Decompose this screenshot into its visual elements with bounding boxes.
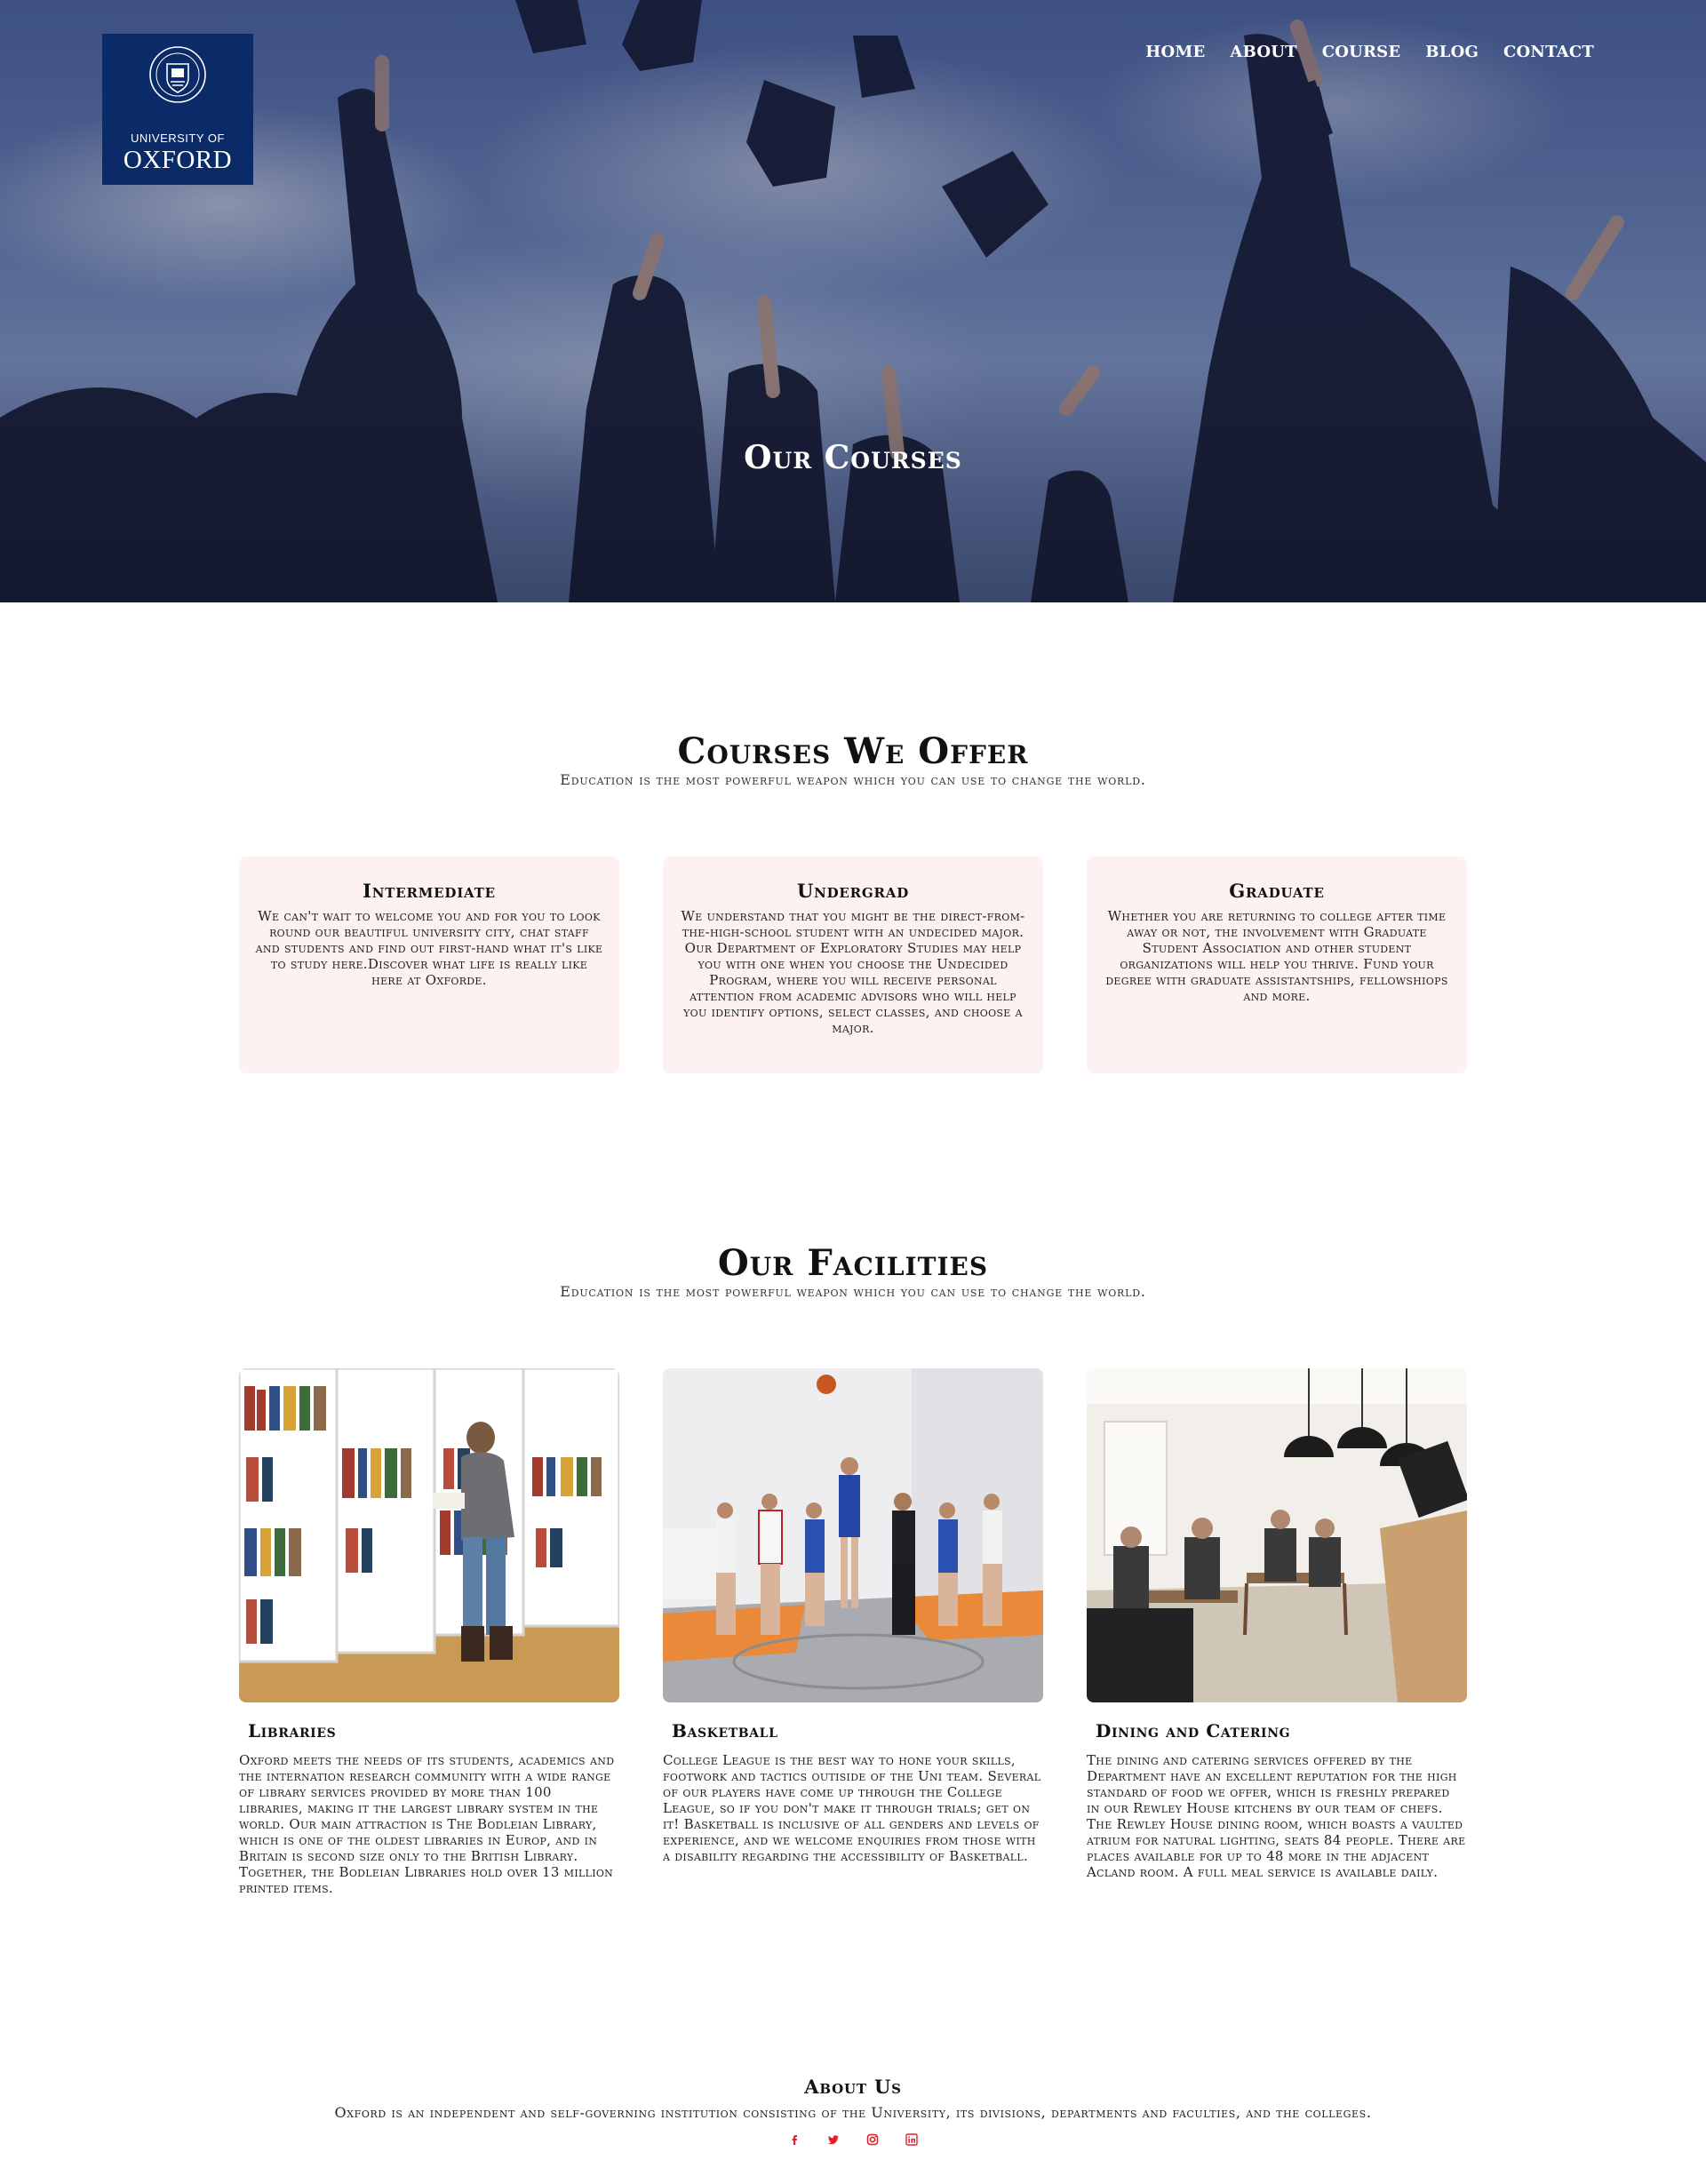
facility-title: Basketball: [672, 1720, 778, 1742]
course-card-undergrad[interactable]: Undergrad We understand that you might b…: [663, 857, 1043, 1073]
course-card-intermediate[interactable]: Intermediate We can't wait to welcome yo…: [239, 857, 619, 1073]
basketball-photo: [663, 1368, 1043, 1702]
facility-title: Libraries: [248, 1720, 337, 1742]
facility-text: The dining and catering services offered…: [1087, 1752, 1466, 1880]
hero-title: Our Courses: [744, 439, 962, 476]
facility-text: College League is the best way to hone y…: [663, 1752, 1041, 1864]
course-card-text: We can't wait to welcome you and for you…: [255, 908, 603, 988]
course-card-title: Graduate: [1229, 880, 1325, 902]
facility-dining: Dining and Catering The dining and cater…: [1087, 1368, 1467, 1880]
facility-libraries: Libraries Oxford meets the needs of its …: [239, 1368, 619, 1896]
social-links: [0, 2132, 1706, 2147]
instagram-icon[interactable]: [865, 2132, 880, 2147]
dining-photo: [1087, 1368, 1467, 1702]
nav-contact[interactable]: CONTACT: [1503, 39, 1594, 65]
course-card-text: Whether you are returning to college aft…: [1105, 908, 1448, 1004]
nav-home[interactable]: HOME: [1145, 39, 1205, 65]
nav-course[interactable]: COURSE: [1322, 39, 1401, 65]
nav-about[interactable]: ABOUT: [1230, 39, 1296, 65]
nav-blog[interactable]: BLOG: [1425, 39, 1479, 65]
university-logo[interactable]: UNIVERSITY OF OXFORD: [102, 34, 253, 185]
library-photo: [239, 1368, 619, 1702]
twitter-icon[interactable]: [826, 2132, 841, 2147]
facility-basketball: Basketball College League is the best wa…: [663, 1368, 1043, 1864]
course-card-title: Intermediate: [363, 880, 496, 902]
logo-line-1: UNIVERSITY OF: [131, 132, 225, 145]
courses-subtitle: Education is the most powerful weapon wh…: [560, 771, 1146, 788]
linkedin-icon[interactable]: [905, 2132, 919, 2147]
course-card-title: Undergrad: [796, 880, 910, 902]
crest-icon: [149, 46, 206, 103]
facility-title: Dining and Catering: [1096, 1720, 1291, 1742]
facilities-title: Our Facilities: [717, 1242, 989, 1284]
hero-banner: UNIVERSITY OF OXFORD HOME ABOUT COURSE B…: [0, 0, 1706, 602]
facebook-icon[interactable]: [787, 2132, 801, 2147]
logo-line-2: OXFORD: [123, 146, 233, 174]
footer-text: Oxford is an independent and self-govern…: [334, 2104, 1372, 2121]
courses-title: Courses We Offer: [677, 730, 1029, 772]
course-card-text: We understand that you might be the dire…: [681, 908, 1025, 1036]
main-nav: HOME ABOUT COURSE BLOG CONTACT: [1120, 39, 1594, 65]
facility-text: Oxford meets the needs of its students, …: [239, 1752, 615, 1896]
course-card-graduate[interactable]: Graduate Whether you are returning to co…: [1087, 857, 1467, 1073]
facilities-subtitle: Education is the most powerful weapon wh…: [560, 1283, 1146, 1300]
hero-background-image: [0, 0, 1706, 602]
footer-title: About Us: [804, 2076, 902, 2098]
